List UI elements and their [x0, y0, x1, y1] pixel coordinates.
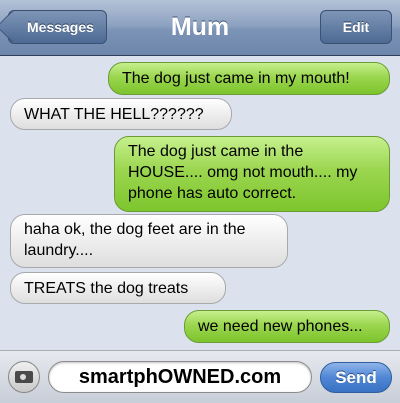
sent-message-bubble: The dog just came in the HOUSE.... omg n…	[114, 136, 390, 212]
sent-message-bubble: we need new phones...	[184, 310, 390, 343]
message-thread[interactable]: The dog just came in my mouth! WHAT THE …	[0, 56, 400, 346]
edit-button[interactable]: Edit	[320, 10, 392, 44]
camera-button[interactable]	[8, 361, 40, 393]
message-input-bar: smartphOWNED.com Send	[0, 350, 400, 403]
received-message-bubble: haha ok, the dog feet are in the laundry…	[10, 214, 288, 268]
messages-screen: Messages Mum Edit The dog just came in m…	[0, 0, 400, 403]
message-input-field[interactable]: smartphOWNED.com	[48, 361, 312, 393]
camera-lens-icon	[19, 373, 27, 381]
send-button[interactable]: Send	[320, 362, 392, 393]
navigation-bar: Messages Mum Edit	[0, 0, 400, 56]
received-message-bubble: WHAT THE HELL??????	[10, 98, 232, 130]
sent-message-bubble: The dog just came in my mouth!	[108, 62, 390, 95]
received-message-bubble: TREATS the dog treats	[10, 272, 226, 304]
